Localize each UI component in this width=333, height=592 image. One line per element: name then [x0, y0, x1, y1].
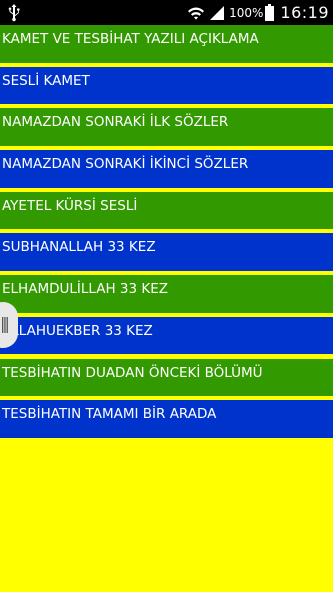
signal-icon [210, 5, 225, 20]
list-item-tamami-bir-arada[interactable]: TESBİHATIN TAMAMI BİR ARADA [0, 400, 333, 438]
fast-scroll-handle[interactable] [0, 302, 18, 348]
menu-list: KAMET VE TESBİHAT YAZILI AÇIKLAMA SESLİ … [0, 25, 333, 442]
grip-lines-icon [2, 317, 8, 333]
status-icons: 100% 16:19 [187, 0, 329, 25]
status-bar: 100% 16:19 [0, 0, 333, 25]
usb-icon [8, 4, 20, 22]
list-item-subhanallah[interactable]: SUBHANALLAH 33 KEZ [0, 233, 333, 271]
list-item-duadan-onceki[interactable]: TESBİHATIN DUADAN ÖNCEKİ BÖLÜMÜ [0, 358, 333, 396]
list-item-sesli-kamet[interactable]: SESLİ KAMET [0, 66, 333, 105]
clock: 16:19 [280, 3, 329, 22]
wifi-icon [188, 7, 205, 20]
battery-percent: 100% [229, 5, 264, 20]
list-item-kamet-tesbihat-aciklama[interactable]: KAMET VE TESBİHAT YAZILI AÇIKLAMA [0, 25, 333, 63]
list-item-allahuekber[interactable]: ALLAHUEKBER 33 KEZ [0, 316, 333, 355]
battery-icon [265, 4, 275, 21]
list-item-ilk-sozler[interactable]: NAMAZDAN SONRAKİ İLK SÖZLER [0, 108, 333, 146]
list-item-ikinci-sozler[interactable]: NAMAZDAN SONRAKİ İKİNCİ SÖZLER [0, 150, 333, 188]
list-item-ayetel-kursi[interactable]: AYETEL KÜRSİ SESLİ [0, 191, 333, 230]
list-item-elhamdulillah[interactable]: ELHAMDULİLLAH 33 KEZ [0, 275, 333, 313]
